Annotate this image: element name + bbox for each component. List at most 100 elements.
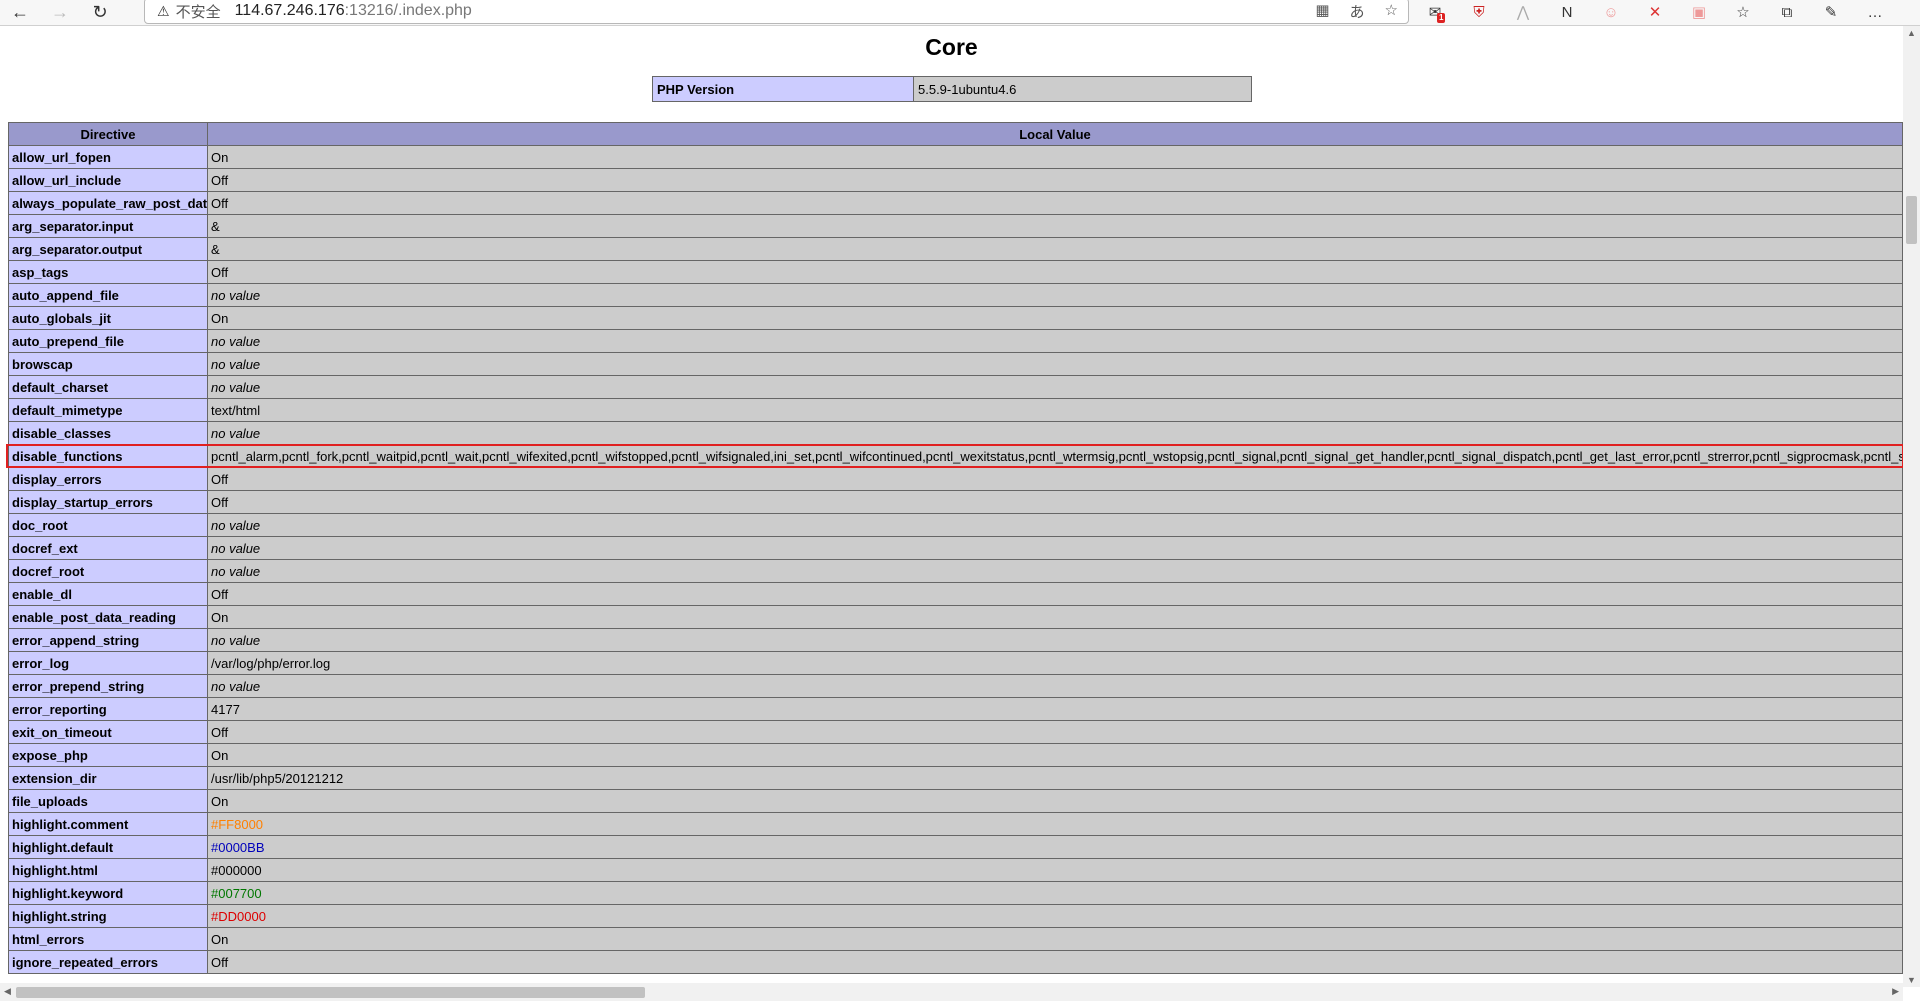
directive-name: disable_classes — [8, 421, 208, 445]
browser-toolbar: ← → ↻ ⚠ 不安全 114.67.246.176:13216/.index.… — [0, 0, 1920, 26]
table-row: arg_separator.output & — [8, 237, 1903, 261]
table-row: always_populate_raw_post_data Off — [8, 191, 1903, 215]
no-value-text: no value — [211, 517, 261, 533]
directive-value: #000000 — [207, 858, 1903, 882]
directive-value: no value — [207, 283, 1903, 307]
directive-value: Off — [207, 950, 1903, 974]
table-row: disable_classes no value — [8, 421, 1903, 445]
directive-name: docref_root — [8, 559, 208, 583]
directive-value: Off — [207, 191, 1903, 215]
extension-cat-icon[interactable]: ☺ — [1589, 4, 1633, 21]
directive-name: enable_dl — [8, 582, 208, 606]
favorite-star-icon[interactable]: ☆ — [1385, 1, 1398, 22]
table-row: default_mimetype text/html — [8, 398, 1903, 422]
table-row: allow_url_fopen On — [8, 145, 1903, 169]
directive-value: On — [207, 145, 1903, 169]
directive-value: Off — [207, 260, 1903, 284]
directive-value: 4177 — [207, 697, 1903, 721]
directive-value: #007700 — [207, 881, 1903, 905]
directive-value: Off — [207, 168, 1903, 192]
address-bar[interactable]: ⚠ 不安全 114.67.246.176:13216/.index.php ▦ … — [144, 0, 1409, 24]
more-menu-icon[interactable]: … — [1853, 4, 1897, 21]
directive-value: On — [207, 743, 1903, 767]
directive-value: no value — [207, 329, 1903, 353]
back-icon[interactable]: ← — [0, 0, 40, 26]
url-path: :13216/.index.php — [344, 2, 472, 19]
security-label[interactable]: 不安全 — [176, 1, 221, 22]
directive-name: exit_on_timeout — [8, 720, 208, 744]
directive-value: Off — [207, 582, 1903, 606]
directive-name: auto_globals_jit — [8, 306, 208, 330]
directive-name: error_append_string — [8, 628, 208, 652]
table-row: html_errors On — [8, 927, 1903, 951]
table-row: highlight.default #0000BB — [8, 835, 1903, 859]
column-header-directive: Directive — [8, 122, 208, 146]
directive-value: Off — [207, 490, 1903, 514]
directive-name: default_mimetype — [8, 398, 208, 422]
horizontal-scroll-thumb[interactable] — [16, 987, 645, 998]
directive-name: always_populate_raw_post_data — [8, 191, 208, 215]
scroll-down-icon[interactable]: ▼ — [1907, 975, 1916, 985]
table-row: display_errors Off — [8, 467, 1903, 491]
horizontal-scrollbar[interactable]: ◀ ▶ — [0, 983, 1903, 1001]
directive-name: default_charset — [8, 375, 208, 399]
table-row: asp_tags Off — [8, 260, 1903, 284]
table-row: error_log/var/log/php/error.log — [8, 651, 1903, 675]
table-row: auto_globals_jit On — [8, 306, 1903, 330]
directive-name: highlight.html — [8, 858, 208, 882]
extension-mail-icon[interactable]: ✉ 1 — [1413, 3, 1457, 23]
no-value-text: no value — [211, 425, 261, 441]
table-row: enable_post_data_reading On — [8, 605, 1903, 629]
directive-value: On — [207, 605, 1903, 629]
favorites-list-icon[interactable]: ☆ — [1721, 3, 1765, 21]
table-row: enable_dl Off — [8, 582, 1903, 606]
scroll-right-icon[interactable]: ▶ — [1892, 986, 1899, 997]
directive-value: On — [207, 789, 1903, 813]
forward-icon[interactable]: → — [40, 0, 80, 26]
directive-value: #DD0000 — [207, 904, 1903, 928]
table-row: ignore_repeated_errors Off — [8, 950, 1903, 974]
directive-value: /usr/lib/php5/20121212 — [207, 766, 1903, 790]
directive-name: highlight.keyword — [8, 881, 208, 905]
directive-value: text/html — [207, 398, 1903, 422]
extension-cross-icon[interactable]: ✕ — [1633, 3, 1677, 21]
directive-value: no value — [207, 421, 1903, 445]
extension-pink-icon[interactable]: ▣ — [1677, 3, 1721, 21]
scroll-up-icon[interactable]: ▲ — [1907, 28, 1916, 38]
table-row: error_reporting 4177 — [8, 697, 1903, 721]
table-row: error_prepend_string no value — [8, 674, 1903, 698]
directive-name: highlight.string — [8, 904, 208, 928]
table-row: file_uploads On — [8, 789, 1903, 813]
directive-name: extension_dir — [8, 766, 208, 790]
table-row: doc_root no value — [8, 513, 1903, 537]
directive-name: arg_separator.input — [8, 214, 208, 238]
column-header-local-value: Local Value — [207, 122, 1903, 146]
vertical-scroll-thumb[interactable] — [1906, 196, 1917, 244]
no-value-text: no value — [211, 540, 261, 556]
table-row: allow_url_include Off — [8, 168, 1903, 192]
extension-notion-icon[interactable]: N — [1545, 4, 1589, 21]
no-value-text: no value — [211, 333, 261, 349]
directive-name: asp_tags — [8, 260, 208, 284]
table-row: docref_ext no value — [8, 536, 1903, 560]
extension-shield-icon[interactable]: ⛨ — [1457, 4, 1501, 21]
directive-name: allow_url_fopen — [8, 145, 208, 169]
no-value-text: no value — [211, 632, 261, 648]
scroll-left-icon[interactable]: ◀ — [4, 986, 11, 997]
translate-icon[interactable]: あ — [1350, 1, 1365, 22]
table-row: docref_root no value — [8, 559, 1903, 583]
extension-pin-icon[interactable]: ✎ — [1809, 3, 1853, 21]
extension-triangle-icon[interactable]: ⋀ — [1501, 3, 1545, 21]
directive-name: file_uploads — [8, 789, 208, 813]
directive-name: expose_php — [8, 743, 208, 767]
directive-name: arg_separator.output — [8, 237, 208, 261]
directive-value: /var/log/php/error.log — [207, 651, 1903, 675]
collections-icon[interactable]: ⧉ — [1765, 4, 1809, 21]
directive-value: Off — [207, 720, 1903, 744]
directive-name: doc_root — [8, 513, 208, 537]
table-row: exit_on_timeout Off — [8, 720, 1903, 744]
reload-icon[interactable]: ↻ — [80, 0, 120, 26]
vertical-scrollbar[interactable]: ▲ ▼ — [1903, 26, 1920, 987]
directive-value: no value — [207, 352, 1903, 376]
qr-code-icon[interactable]: ▦ — [1315, 1, 1329, 22]
